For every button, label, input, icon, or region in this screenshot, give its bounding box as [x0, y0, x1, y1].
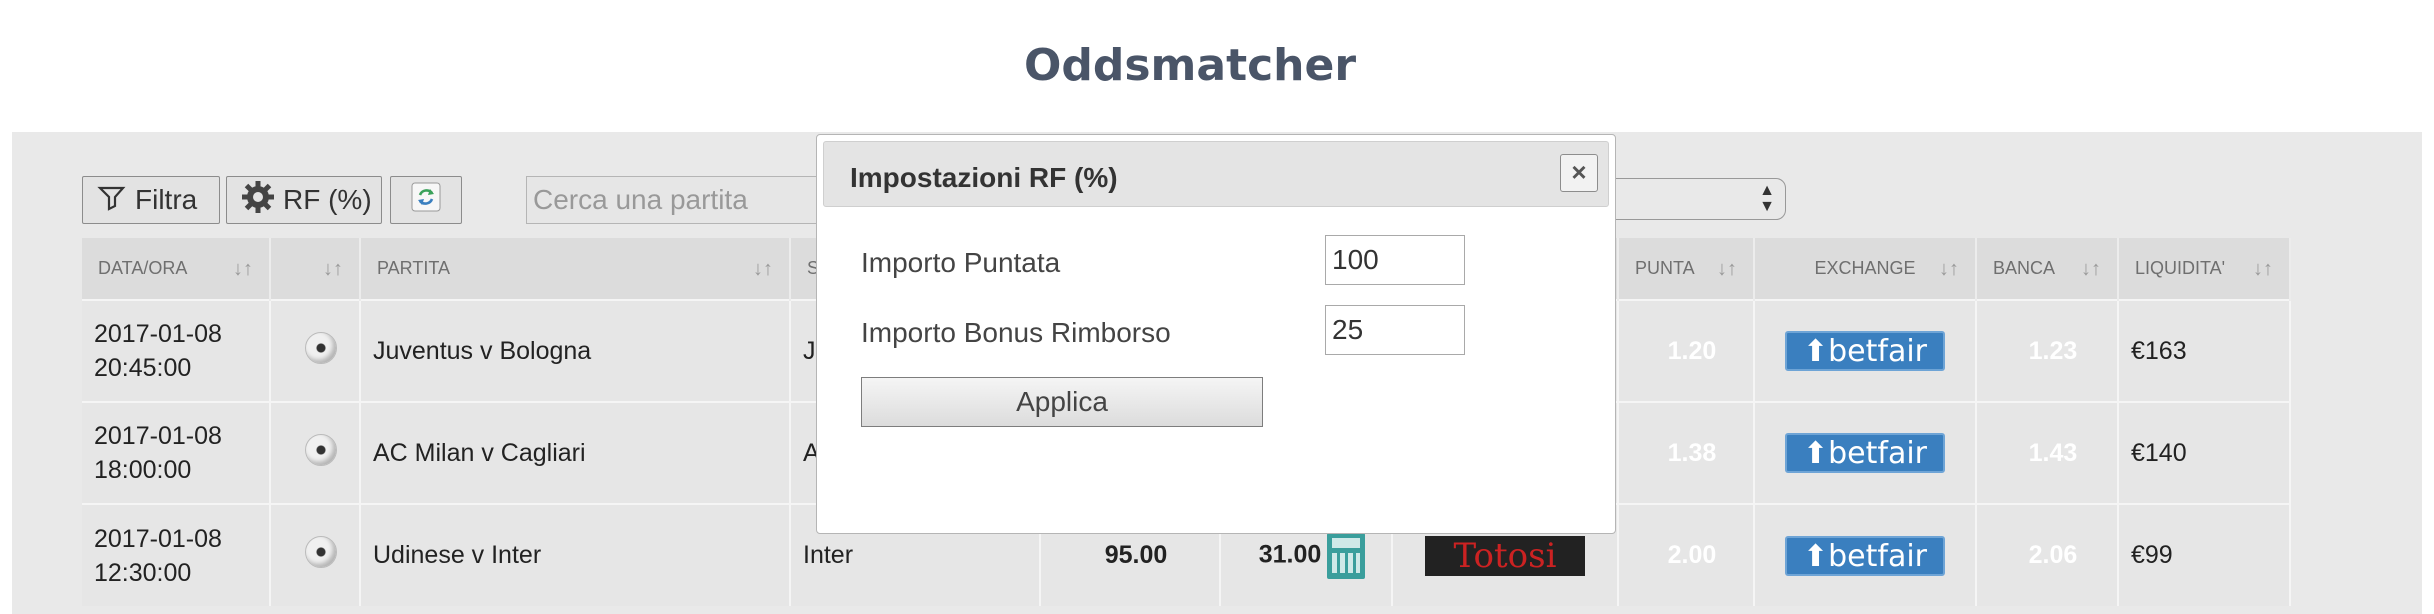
- soccer-ball-icon: [305, 536, 337, 568]
- header-banca-label: BANCA: [1993, 258, 2056, 278]
- header-punta-label: PUNTA: [1635, 258, 1695, 278]
- row-liquidity: €140: [2118, 401, 2291, 504]
- sort-icon: ↓↑: [1939, 258, 1959, 280]
- stake-label: Importo Puntata: [861, 247, 1061, 278]
- sort-icon: ↓↑: [2253, 258, 2273, 280]
- stake-input[interactable]: 100: [1325, 235, 1465, 285]
- rf-settings-button[interactable]: RF (%): [226, 176, 382, 224]
- row-punta: 1.38: [1618, 401, 1755, 504]
- header-banca[interactable]: BANCA ↓↑: [1976, 238, 2119, 300]
- header-liquidity-label: LIQUIDITA': [2135, 258, 2226, 278]
- select-arrows-icon: ▲ ▼: [1759, 182, 1775, 215]
- row-banca: 1.23: [1976, 299, 2119, 402]
- row-datetime: 2017-01-08 12:30:00: [82, 503, 271, 606]
- row-exchange[interactable]: ⬆betfair: [1754, 401, 1977, 504]
- bonus-input[interactable]: 25: [1325, 305, 1465, 355]
- refresh-icon: [411, 182, 441, 219]
- row-datetime: 2017-01-08 18:00:00: [82, 401, 271, 504]
- row-rf-value: 31.00: [1258, 540, 1322, 569]
- close-button[interactable]: ×: [1560, 154, 1598, 192]
- gear-icon: [241, 180, 275, 221]
- row-punta: 2.00: [1618, 503, 1755, 606]
- header-sport[interactable]: ↓↑: [270, 238, 361, 300]
- dialog-title: Impostazioni RF (%): [850, 162, 1118, 193]
- row-time: 12:30:00: [94, 558, 192, 587]
- row-liquidity: €163: [2118, 299, 2291, 402]
- row-match: AC Milan v Cagliari: [360, 401, 791, 504]
- sort-icon: ↓↑: [323, 258, 343, 280]
- row-date: 2017-01-08: [94, 422, 222, 450]
- row-punta: 1.20: [1618, 299, 1755, 402]
- sort-icon: ↓↑: [2081, 258, 2101, 280]
- betfair-logo[interactable]: ⬆betfair: [1785, 433, 1945, 473]
- page-title: Oddsmatcher: [1023, 40, 1357, 91]
- betfair-logo[interactable]: ⬆betfair: [1785, 535, 1945, 576]
- filter-icon: [97, 182, 127, 219]
- header-punta[interactable]: PUNTA ↓↑: [1618, 238, 1755, 300]
- betfair-logo[interactable]: ⬆betfair: [1785, 331, 1945, 371]
- filter-button-label: Filtra: [135, 184, 198, 215]
- sort-icon: ↓↑: [1717, 258, 1737, 280]
- sport-cell: [270, 299, 361, 402]
- search-placeholder: Cerca una partita: [533, 184, 748, 215]
- close-icon: ×: [1571, 157, 1587, 187]
- header-liquidity[interactable]: LIQUIDITA' ↓↑: [2118, 238, 2291, 300]
- sort-icon: ↓↑: [233, 258, 253, 280]
- apply-button[interactable]: Applica: [861, 377, 1263, 427]
- header-exchange[interactable]: EXCHANGE ↓↑: [1754, 238, 1977, 300]
- soccer-ball-icon: [305, 433, 337, 466]
- row-time: 18:00:00: [94, 456, 192, 484]
- row-banca: 1.43: [1976, 401, 2119, 504]
- bonus-label: Importo Bonus Rimborso: [861, 317, 1171, 348]
- bonus-value: 25: [1332, 314, 1364, 345]
- dialog-header: Impostazioni RF (%) ×: [823, 141, 1609, 207]
- row-date: 2017-01-08: [94, 320, 222, 348]
- row-exchange[interactable]: ⬆betfair: [1754, 299, 1977, 402]
- row-banca: 2.06: [1976, 503, 2119, 606]
- sport-cell: [270, 401, 361, 504]
- row-match: Udinese v Inter: [360, 503, 791, 606]
- rf-settings-dialog: Impostazioni RF (%) × Importo Puntata 10…: [816, 134, 1616, 534]
- row-liquidity: €99: [2118, 503, 2291, 606]
- row-time: 20:45:00: [94, 354, 192, 382]
- row-exchange[interactable]: ⬆betfair: [1754, 503, 1977, 606]
- stake-value: 100: [1332, 244, 1379, 275]
- soccer-ball-icon: [305, 331, 337, 364]
- header-match-label: PARTITA: [377, 258, 451, 278]
- header-date[interactable]: DATA/ORA ↓↑: [82, 238, 271, 300]
- betfair-logo-text: betfair: [1828, 334, 1928, 369]
- header-match[interactable]: PARTITA ↓↑: [360, 238, 791, 300]
- header-exchange-label: EXCHANGE: [1814, 258, 1916, 278]
- row-datetime: 2017-01-08 20:45:00: [82, 299, 271, 402]
- betfair-logo-text: betfair: [1828, 436, 1928, 471]
- header-date-label: DATA/ORA: [98, 258, 188, 278]
- rf-button-label: RF (%): [283, 184, 372, 215]
- refresh-button[interactable]: [390, 176, 462, 224]
- row-date: 2017-01-08: [94, 524, 222, 553]
- filter-select[interactable]: ▲ ▼: [1600, 178, 1786, 220]
- betfair-logo-text: betfair: [1828, 538, 1928, 574]
- sport-cell: [270, 503, 361, 606]
- totosi-logo[interactable]: Totosi: [1425, 535, 1585, 576]
- calculator-icon[interactable]: [1327, 532, 1366, 579]
- filter-button[interactable]: Filtra: [82, 176, 220, 224]
- row-match: Juventus v Bologna: [360, 299, 791, 402]
- sort-icon: ↓↑: [753, 258, 773, 280]
